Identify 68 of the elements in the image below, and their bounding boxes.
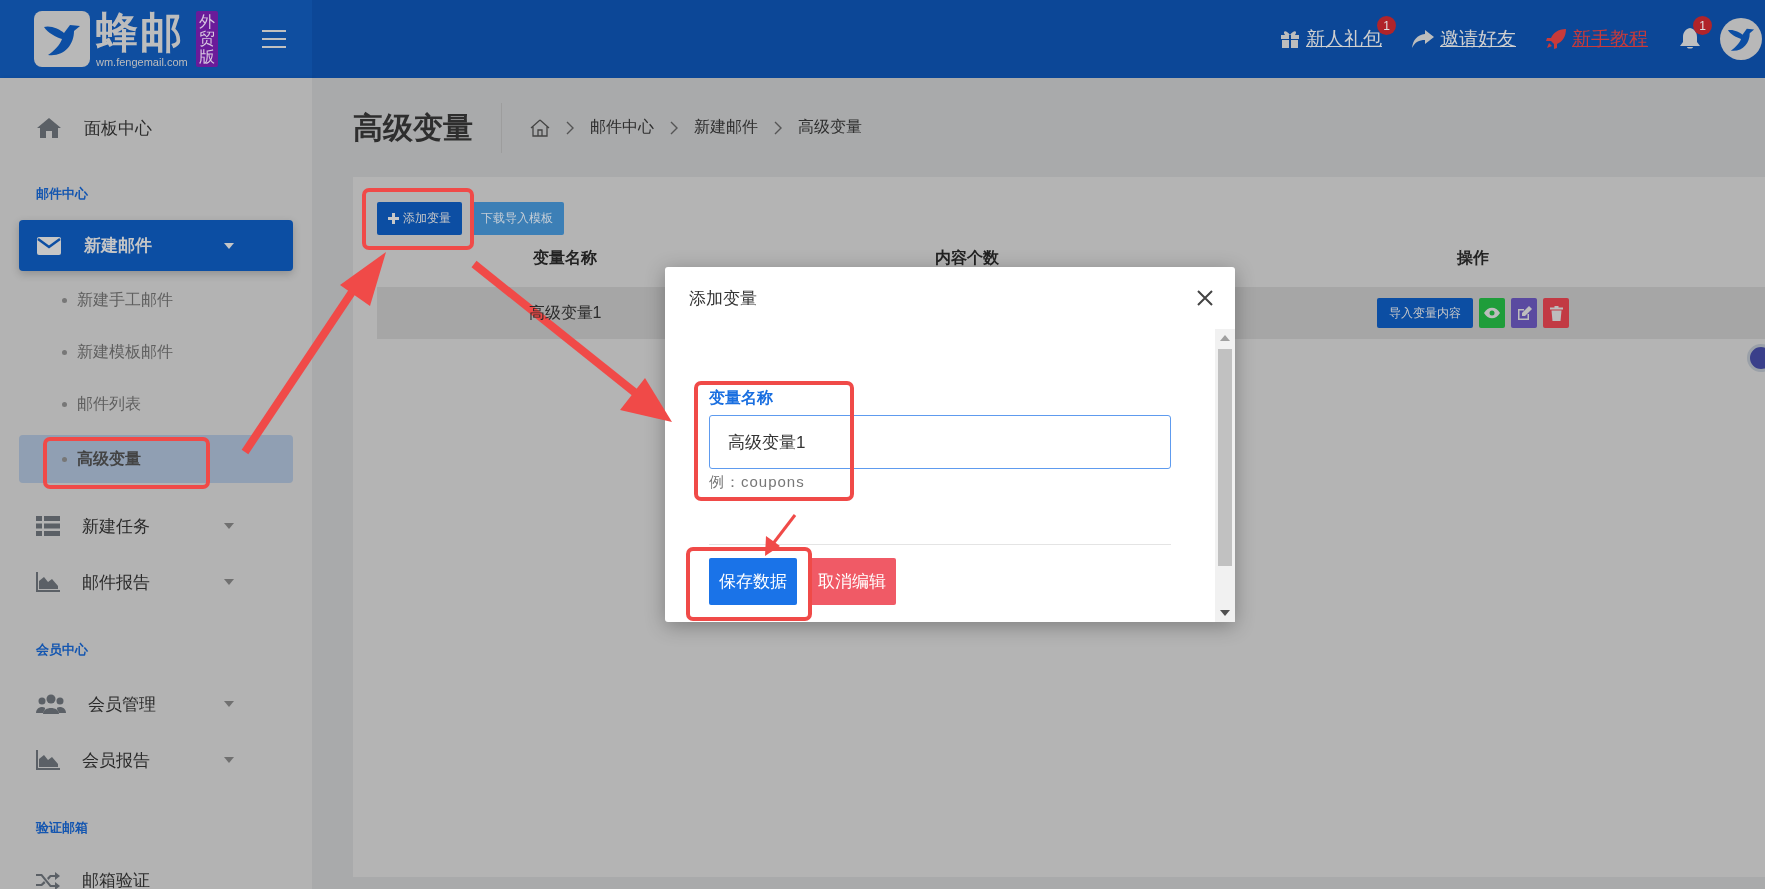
field-hint: 例：coupons (709, 473, 806, 492)
close-button[interactable] (1197, 290, 1213, 306)
page-title: 高级变量 (353, 102, 502, 153)
area-chart-icon (36, 750, 60, 770)
add-variable-button[interactable]: 添加变量 (377, 202, 462, 235)
shuffle-icon (36, 870, 60, 889)
submenu-item[interactable]: 邮件列表 (0, 378, 312, 430)
count-badge: 1 (1693, 16, 1712, 35)
nav-item[interactable]: 新建邮件 (19, 220, 293, 271)
save-button[interactable]: 保存数据 (709, 558, 797, 605)
delete-button[interactable] (1543, 298, 1569, 328)
share-arrow-icon (1412, 30, 1434, 48)
section-label: 验证邮箱 (36, 819, 88, 837)
area-chart-icon (36, 572, 60, 592)
scroll-up-icon (1220, 335, 1230, 341)
nav-item[interactable]: 新建任务 (0, 498, 312, 554)
avatar[interactable] (1720, 18, 1762, 60)
scroll-down-icon (1220, 610, 1230, 616)
submenu-item[interactable]: 新建模板邮件 (0, 326, 312, 378)
menu-icon (261, 29, 286, 49)
variable-name-input[interactable]: 高级变量1 (709, 415, 1171, 469)
nav-item[interactable]: 邮箱验证 (0, 854, 312, 889)
logo-badge: 外贸版 (195, 10, 218, 68)
edit-icon (1516, 305, 1532, 321)
edit-button[interactable] (1511, 298, 1537, 328)
home-icon (36, 117, 62, 139)
submenu-item[interactable]: 高级变量 (19, 435, 293, 483)
list-icon (36, 516, 60, 536)
home-outline-icon (530, 118, 550, 137)
close-icon (1197, 290, 1213, 306)
table-cell: 高级变量1 (528, 303, 602, 321)
users-icon (36, 694, 66, 714)
caret-icon (224, 701, 234, 707)
section-label: 会员中心 (36, 641, 88, 659)
caret-icon (224, 757, 234, 763)
trash-icon (1549, 305, 1563, 321)
nav-item[interactable]: 面板中心 (0, 102, 312, 154)
plus-icon (388, 213, 399, 224)
annotation-arrow (765, 514, 797, 556)
chevron-right-icon (566, 120, 574, 135)
import-content-button[interactable]: 导入变量内容 (1377, 298, 1473, 328)
rocket-icon (1546, 29, 1566, 49)
field-label: 变量名称 (709, 388, 774, 408)
caret-icon (224, 242, 234, 249)
logo-domain: wm.fengemail.com (96, 56, 188, 68)
dialog-title: 添加变量 (689, 287, 758, 310)
eye-icon (1484, 307, 1500, 319)
submenu-item[interactable]: 新建手工邮件 (0, 274, 312, 326)
notification-bell-icon (1680, 28, 1700, 50)
caret-icon (224, 523, 234, 529)
nav-item[interactable]: 会员报告 (0, 732, 312, 788)
chevron-right-icon (774, 120, 782, 135)
nav-item[interactable]: 邮件报告 (0, 554, 312, 610)
gift-icon (1280, 29, 1300, 49)
caret-icon (224, 579, 234, 585)
bird-logo-icon (34, 11, 90, 67)
section-label: 邮件中心 (36, 185, 88, 203)
column-header: 变量名称 (533, 248, 597, 266)
breadcrumb-item[interactable]: 高级变量 (798, 117, 862, 138)
chevron-right-icon (670, 120, 678, 135)
envelope-icon (36, 235, 62, 256)
column-header: 操作 (1457, 248, 1489, 266)
nav-item[interactable]: 会员管理 (0, 676, 312, 732)
breadcrumb-item[interactable]: 邮件中心 (590, 117, 654, 138)
breadcrumb-item[interactable]: 新建邮件 (694, 117, 758, 138)
column-header: 内容个数 (935, 248, 999, 266)
logo-name: 蜂邮 (96, 10, 185, 56)
scrollbar[interactable] (1215, 329, 1235, 622)
